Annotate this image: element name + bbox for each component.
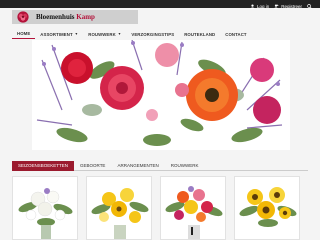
logo-flower-image xyxy=(12,10,34,24)
nav-label: ROUWWERK xyxy=(88,31,116,37)
tab-arrangementen[interactable]: ARRANGEMENTEN xyxy=(111,161,164,171)
user-plus-icon xyxy=(274,4,279,9)
login-link[interactable]: Log in xyxy=(250,4,269,9)
nav-label: ASSORTIMENT xyxy=(40,31,73,37)
logo-text: Bloemenhuis Kamp xyxy=(36,13,95,21)
chevron-down-icon: ▼ xyxy=(74,32,79,36)
nav-item-routekland[interactable]: ROUTEKLAND xyxy=(179,29,220,39)
nav-label: CONTACT xyxy=(225,31,247,37)
tab-rouwwerk[interactable]: ROUWWERK xyxy=(165,161,205,171)
nav-item-verzorgingstips[interactable]: VERZORGINGSTIPS xyxy=(126,29,179,39)
hero-bouquet-image xyxy=(32,40,290,150)
product-card[interactable] xyxy=(86,176,152,240)
register-label: Registreer xyxy=(281,3,302,9)
user-icon xyxy=(250,4,255,9)
product-white-bouquet-image xyxy=(18,188,73,239)
logo-name-part1: Bloemenhuis xyxy=(36,13,77,21)
product-mixed-bouquet-image xyxy=(165,186,223,239)
nav-label: VERZORGINGSTIPS xyxy=(131,31,175,37)
register-link[interactable]: Registreer xyxy=(274,4,302,9)
search-icon[interactable] xyxy=(307,3,312,9)
user-bar: Log in Registreer xyxy=(250,1,312,11)
tab-geboorte[interactable]: GEBOORTE xyxy=(74,161,111,171)
login-label: Log in xyxy=(256,3,270,9)
product-sunflower-bouquet-image xyxy=(239,187,297,227)
nav-item-contact[interactable]: CONTACT xyxy=(220,29,251,39)
logo-name-part2: Kamp xyxy=(76,13,95,21)
product-yellow-bouquet-image xyxy=(91,188,149,239)
product-card[interactable] xyxy=(12,176,78,240)
nav-label: HOME xyxy=(17,31,31,36)
chevron-down-icon: ▼ xyxy=(117,32,122,36)
category-tabs: SEIZOENSBOEKETTEN GEBOORTE ARRANGEMENTEN… xyxy=(12,160,308,171)
site-logo[interactable]: Bloemenhuis Kamp xyxy=(12,10,138,24)
product-grid xyxy=(12,176,308,240)
product-card[interactable] xyxy=(160,176,226,240)
nav-label: ROUTEKLAND xyxy=(184,31,216,37)
product-card[interactable] xyxy=(234,176,300,240)
tab-seizoensboeketten[interactable]: SEIZOENSBOEKETTEN xyxy=(12,160,75,171)
nav-item-assortiment[interactable]: ASSORTIMENT ▼ xyxy=(35,29,83,39)
main-nav: HOME ASSORTIMENT ▼ ROUWWERK ▼ VERZORGING… xyxy=(12,29,252,39)
nav-item-rouwwerk[interactable]: ROUWWERK ▼ xyxy=(83,29,126,39)
nav-item-home[interactable]: HOME xyxy=(12,29,36,39)
